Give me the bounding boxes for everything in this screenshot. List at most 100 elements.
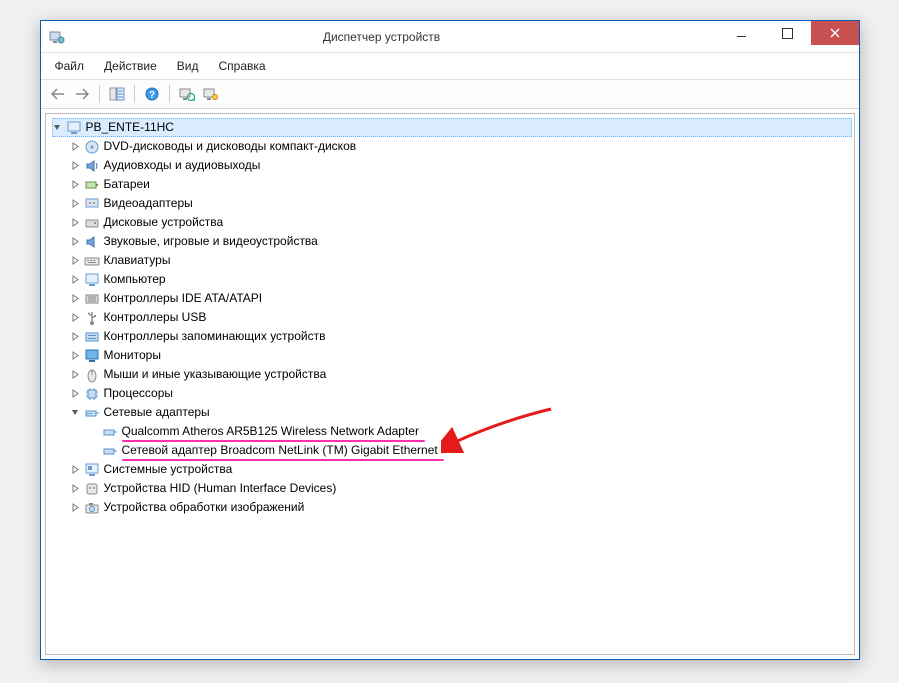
nav-forward-button[interactable] (71, 83, 93, 105)
device-manager-window: Диспетчер устройств Файл Действие Вид Сп… (40, 20, 860, 660)
expand-icon[interactable] (70, 388, 81, 399)
tree-root-label: PB_ENTE-11HC (86, 118, 174, 137)
expand-icon[interactable] (70, 293, 81, 304)
tree-item-storage[interactable]: Контроллеры запоминающих устройств (70, 327, 852, 346)
mouse-icon (84, 367, 100, 383)
tree-item-imaging[interactable]: Устройства обработки изображений (70, 498, 852, 517)
network-adapter-icon (102, 424, 118, 440)
tree-label: DVD-дисководы и дисководы компакт-дисков (104, 137, 357, 156)
expand-icon[interactable] (70, 198, 81, 209)
sound-icon (84, 234, 100, 250)
tree-label: Системные устройства (104, 460, 233, 479)
system-device-icon (84, 462, 100, 478)
expand-icon[interactable] (70, 141, 81, 152)
expand-icon[interactable] (70, 483, 81, 494)
nav-back-button[interactable] (47, 83, 69, 105)
tree-item-wifi-adapter[interactable]: Qualcomm Atheros AR5B125 Wireless Networ… (88, 422, 852, 441)
expand-icon[interactable] (70, 274, 81, 285)
menu-view[interactable]: Вид (169, 57, 207, 75)
expand-icon[interactable] (70, 502, 81, 513)
tree-item-usb[interactable]: Контроллеры USB (70, 308, 852, 327)
expand-icon[interactable] (70, 464, 81, 475)
toolbar-separator (169, 85, 170, 103)
menu-help[interactable]: Справка (211, 57, 274, 75)
computer-icon (84, 272, 100, 288)
tree-item-battery[interactable]: Батареи (70, 175, 852, 194)
tree-item-ide[interactable]: Контроллеры IDE ATA/ATAPI (70, 289, 852, 308)
collapse-icon[interactable] (52, 122, 63, 133)
computer-icon (66, 120, 82, 136)
toolbar-help-button[interactable]: ? (141, 83, 163, 105)
usb-icon (84, 310, 100, 326)
tree-label: Устройства HID (Human Interface Devices) (104, 479, 337, 498)
expand-icon[interactable] (70, 331, 81, 342)
content-frame: PB_ENTE-11HC DVD-дисководы и дисководы к… (45, 113, 855, 655)
expand-icon[interactable] (70, 350, 81, 361)
keyboard-icon (84, 253, 100, 269)
battery-icon (84, 177, 100, 193)
expand-icon[interactable] (70, 179, 81, 190)
tree-label: Qualcomm Atheros AR5B125 Wireless Networ… (122, 422, 419, 441)
tree-item-keyboard[interactable]: Клавиатуры (70, 251, 852, 270)
collapse-icon[interactable] (70, 407, 81, 418)
tree-item-network[interactable]: Сетевые адаптеры (70, 403, 852, 422)
tree-item-audio[interactable]: Аудиовходы и аудиовыходы (70, 156, 852, 175)
tree-label: Мониторы (104, 346, 161, 365)
tree-label: Мыши и иные указывающие устройства (104, 365, 327, 384)
monitor-icon (84, 348, 100, 364)
tree-label: Батареи (104, 175, 150, 194)
disk-drive-icon (84, 215, 100, 231)
toolbar: ? (41, 80, 859, 109)
tree-item-video[interactable]: Видеоадаптеры (70, 194, 852, 213)
tree-label: Сетевой адаптер Broadcom NetLink (TM) Gi… (122, 441, 438, 460)
toolbar-show-hidden-button[interactable] (106, 83, 128, 105)
tree-label: Процессоры (104, 384, 174, 403)
tree-item-sound[interactable]: Звуковые, игровые и видеоустройства (70, 232, 852, 251)
tree-item-dvd[interactable]: DVD-дисководы и дисководы компакт-дисков (70, 137, 852, 156)
hid-icon (84, 481, 100, 497)
toolbar-scan-hardware-button[interactable] (176, 83, 198, 105)
maximize-button[interactable] (765, 21, 811, 45)
expand-icon[interactable] (70, 217, 81, 228)
network-adapter-icon (102, 443, 118, 459)
menu-action[interactable]: Действие (96, 57, 165, 75)
tree-item-computer[interactable]: Компьютер (70, 270, 852, 289)
close-button[interactable] (811, 21, 859, 45)
tree-label: Контроллеры запоминающих устройств (104, 327, 326, 346)
tree-label: Компьютер (104, 270, 166, 289)
minimize-button[interactable] (719, 21, 765, 45)
expand-icon[interactable] (70, 312, 81, 323)
tree-item-cpu[interactable]: Процессоры (70, 384, 852, 403)
tree-root[interactable]: PB_ENTE-11HC (52, 118, 852, 137)
tree-label: Аудиовходы и аудиовыходы (104, 156, 261, 175)
toolbar-separator (134, 85, 135, 103)
tree-item-hid[interactable]: Устройства HID (Human Interface Devices) (70, 479, 852, 498)
toolbar-properties-button[interactable] (200, 83, 222, 105)
imaging-device-icon (84, 500, 100, 516)
processor-icon (84, 386, 100, 402)
tree-item-system[interactable]: Системные устройства (70, 460, 852, 479)
tree-label: Дисковые устройства (104, 213, 224, 232)
storage-controller-icon (84, 329, 100, 345)
device-tree[interactable]: PB_ENTE-11HC DVD-дисководы и дисководы к… (46, 114, 854, 654)
tree-label: Устройства обработки изображений (104, 498, 305, 517)
expand-icon[interactable] (70, 369, 81, 380)
menu-bar: Файл Действие Вид Справка (41, 53, 859, 80)
expand-icon[interactable] (70, 236, 81, 247)
ide-controller-icon (84, 291, 100, 307)
title-bar: Диспетчер устройств (41, 21, 859, 53)
tree-item-monitor[interactable]: Мониторы (70, 346, 852, 365)
expand-icon[interactable] (70, 255, 81, 266)
window-title: Диспетчер устройств (73, 30, 719, 44)
tree-item-mouse[interactable]: Мыши и иные указывающие устройства (70, 365, 852, 384)
expand-icon[interactable] (70, 160, 81, 171)
tree-item-ethernet-adapter[interactable]: Сетевой адаптер Broadcom NetLink (TM) Gi… (88, 441, 852, 460)
network-adapter-icon (84, 405, 100, 421)
tree-label: Контроллеры USB (104, 308, 207, 327)
menu-file[interactable]: Файл (47, 57, 93, 75)
disc-drive-icon (84, 139, 100, 155)
app-icon (47, 27, 67, 47)
tree-label: Видеоадаптеры (104, 194, 193, 213)
tree-item-disk[interactable]: Дисковые устройства (70, 213, 852, 232)
toolbar-separator (99, 85, 100, 103)
